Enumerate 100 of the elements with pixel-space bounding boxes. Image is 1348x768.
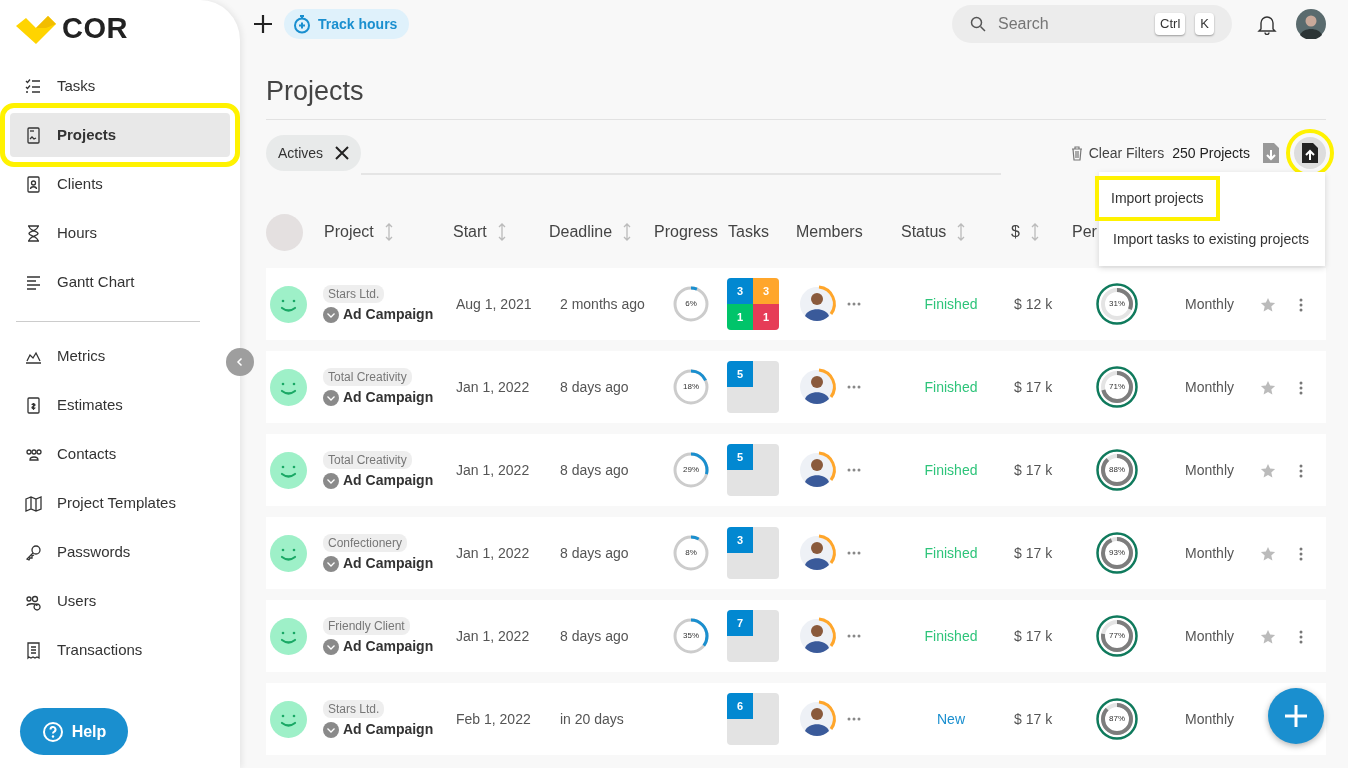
table-row[interactable]: Friendly Client Ad Campaign Jan 1, 2022 8 days ago 35% 7 Finished $ 17 k 77% Monthly <box>266 600 1326 672</box>
sort-icon <box>1029 223 1040 241</box>
more-horizontal-icon[interactable] <box>847 551 861 555</box>
expand-icon[interactable] <box>323 638 339 655</box>
download-file-icon <box>1262 142 1280 164</box>
deadline-text: 8 days ago <box>560 627 629 644</box>
nav-item[interactable]: Tasks <box>10 64 230 108</box>
nav-item[interactable]: Estimates <box>10 383 230 427</box>
amount-text: $ 17 k <box>1014 710 1053 727</box>
column-header[interactable]: Project <box>319 220 394 244</box>
table-row[interactable]: Stars Ltd. Ad Campaign Aug 1, 2021 2 months ago 6% 3 3 1 1 Finished $ 12 k 31% Monthly <box>266 268 1326 340</box>
column-header[interactable]: Deadline <box>544 220 633 244</box>
nav-item[interactable]: Clients <box>10 162 230 206</box>
close-icon[interactable] <box>335 146 350 160</box>
more-horizontal-icon[interactable] <box>847 717 861 721</box>
task-count: 7 <box>727 610 753 636</box>
column-header[interactable]: Progress <box>649 220 719 244</box>
client-tag: Total Creativity <box>323 451 412 469</box>
star-icon[interactable] <box>1260 379 1276 396</box>
contact-card-icon <box>24 174 43 194</box>
amount-text: $ 12 k <box>1014 295 1053 312</box>
nav-item[interactable]: Hours <box>10 211 230 255</box>
column-header[interactable]: Status <box>896 220 967 244</box>
member-avatar <box>799 699 839 739</box>
performance-label: 93% <box>1108 547 1126 559</box>
more-vertical-icon[interactable] <box>1299 297 1303 312</box>
nav-item[interactable]: Metrics <box>10 334 230 378</box>
bell-icon[interactable] <box>1256 13 1278 35</box>
period-text: Monthly <box>1185 378 1235 395</box>
search-field[interactable]: Search Ctrl K <box>952 5 1232 43</box>
more-vertical-icon[interactable] <box>1299 463 1303 478</box>
table-row[interactable]: Confectionery Ad Campaign Jan 1, 2022 8 days ago 8% 3 Finished $ 17 k 93% Monthly <box>266 517 1326 589</box>
clear-filters-button[interactable]: Clear Filters <box>1068 142 1165 164</box>
more-horizontal-icon[interactable] <box>847 385 861 389</box>
column-header[interactable]: Start <box>448 220 507 244</box>
progress-label: 35% <box>682 630 700 642</box>
star-icon[interactable] <box>1260 296 1276 313</box>
column-header[interactable]: Per <box>1067 220 1097 244</box>
expand-icon[interactable] <box>323 306 339 323</box>
menu-item[interactable]: Import tasks to existing projects <box>1099 219 1324 260</box>
project-name[interactable]: Ad Campaign <box>343 387 434 408</box>
avatar-placeholder <box>266 213 303 251</box>
collapse-button[interactable] <box>226 348 254 376</box>
shortcut-key: Ctrl <box>1155 13 1186 35</box>
download-file-button[interactable] <box>1262 142 1280 164</box>
more-vertical-icon[interactable] <box>1299 380 1303 395</box>
table-row[interactable]: Total Creativity Ad Campaign Jan 1, 2022 8 days ago 18% 5 Finished $ 17 k 71% Monthly <box>266 351 1326 423</box>
nav-item[interactable]: Passwords <box>10 530 230 574</box>
period-text: Monthly <box>1185 461 1235 478</box>
document-icon <box>24 125 43 145</box>
filter-chip[interactable]: Actives <box>266 135 362 171</box>
nav-item[interactable]: Contacts <box>10 432 230 476</box>
user-avatar[interactable] <box>1296 9 1326 39</box>
nav-item[interactable]: Project Templates <box>10 481 230 525</box>
member-avatar <box>799 284 839 324</box>
help-icon <box>41 720 64 743</box>
star-icon[interactable] <box>1260 462 1276 479</box>
star-icon[interactable] <box>1260 545 1276 562</box>
more-horizontal-icon[interactable] <box>847 468 861 472</box>
project-name[interactable]: Ad Campaign <box>343 553 434 574</box>
expand-icon[interactable] <box>323 389 339 406</box>
more-vertical-icon[interactable] <box>1299 629 1303 644</box>
nav-item[interactable]: Gantt Chart <box>10 260 230 304</box>
amount-text: $ 17 k <box>1014 627 1053 644</box>
project-name[interactable]: Ad Campaign <box>343 719 434 740</box>
project-name[interactable]: Ad Campaign <box>343 470 434 491</box>
nav-item[interactable]: Users <box>10 579 230 623</box>
more-vertical-icon[interactable] <box>1299 546 1303 561</box>
project-name[interactable]: Ad Campaign <box>343 304 434 325</box>
task-count: 3 <box>727 278 753 304</box>
start-date: Feb 1, 2022 <box>456 710 531 727</box>
expand-icon[interactable] <box>323 555 339 572</box>
period-text: Monthly <box>1185 295 1235 312</box>
sort-icon <box>622 223 633 241</box>
help-button[interactable]: Help <box>20 708 128 755</box>
star-icon[interactable] <box>1260 628 1276 645</box>
task-count: 3 <box>753 278 779 304</box>
tasks-icon <box>24 76 43 96</box>
expand-icon[interactable] <box>323 721 339 738</box>
column-header[interactable]: Tasks <box>723 220 769 244</box>
add-icon[interactable] <box>252 13 274 35</box>
search-input[interactable]: Search <box>996 11 1146 37</box>
map-icon <box>24 493 43 513</box>
project-name[interactable]: Ad Campaign <box>343 636 434 657</box>
status-text: New <box>937 710 965 727</box>
nav-item[interactable]: Transactions <box>10 628 230 672</box>
expand-icon[interactable] <box>323 472 339 489</box>
search-icon <box>970 16 986 32</box>
table-row[interactable]: Total Creativity Ad Campaign Jan 1, 2022 8 days ago 29% 5 Finished $ 17 k 88% Monthly <box>266 434 1326 506</box>
deadline-text: 8 days ago <box>560 461 629 478</box>
amount-text: $ 17 k <box>1014 544 1053 561</box>
column-header[interactable]: Members <box>791 220 863 244</box>
project-count: 250 Projects <box>1172 143 1250 163</box>
more-horizontal-icon[interactable] <box>847 302 861 306</box>
column-header[interactable]: $ <box>1006 220 1040 244</box>
performance-label: 77% <box>1108 630 1126 642</box>
deadline-text: 8 days ago <box>560 378 629 395</box>
table-row[interactable]: Stars Ltd. Ad Campaign Feb 1, 2022 in 20 days 6 New $ 17 k 87% Monthly <box>266 683 1326 755</box>
status-text: Finished <box>924 295 978 312</box>
more-horizontal-icon[interactable] <box>847 634 861 638</box>
